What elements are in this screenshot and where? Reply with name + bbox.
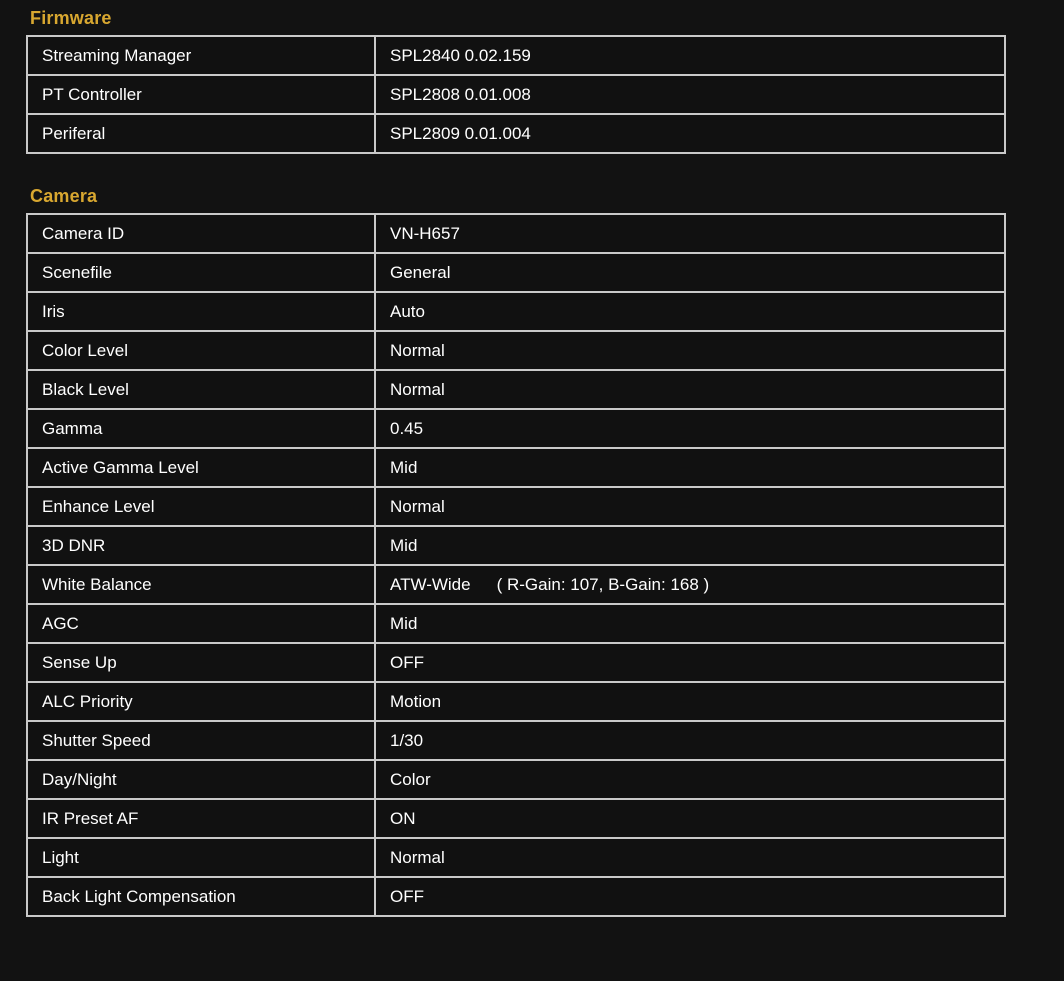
row-label: AGC — [28, 605, 376, 644]
row-label: Color Level — [28, 332, 376, 371]
row-label: Back Light Compensation — [28, 878, 376, 915]
row-value: Color — [376, 761, 1004, 800]
table-row: AGC Mid — [28, 605, 1004, 644]
row-label: Black Level — [28, 371, 376, 410]
row-value: General — [376, 254, 1004, 293]
row-value: Normal — [376, 839, 1004, 878]
row-value: Normal — [376, 332, 1004, 371]
row-value: ATW-Wide ( R-Gain: 107, B-Gain: 168 ) — [376, 566, 1004, 605]
table-row: Sense Up OFF — [28, 644, 1004, 683]
row-value: SPL2808 0.01.008 — [376, 76, 1004, 115]
row-value: 1/30 — [376, 722, 1004, 761]
row-value: OFF — [376, 878, 1004, 915]
table-row: 3D DNR Mid — [28, 527, 1004, 566]
table-row: ALC Priority Motion — [28, 683, 1004, 722]
row-value-detail: ( R-Gain: 107, B-Gain: 168 ) — [496, 574, 710, 594]
row-value: Mid — [376, 449, 1004, 488]
row-value: ON — [376, 800, 1004, 839]
row-value-primary: ATW-Wide — [390, 574, 471, 594]
row-value: Mid — [376, 527, 1004, 566]
table-row: Color Level Normal — [28, 332, 1004, 371]
table-row: Periferal SPL2809 0.01.004 — [28, 115, 1004, 152]
table-row: Shutter Speed 1/30 — [28, 722, 1004, 761]
row-value: OFF — [376, 644, 1004, 683]
row-label: White Balance — [28, 566, 376, 605]
row-label: Camera ID — [28, 215, 376, 254]
row-label: IR Preset AF — [28, 800, 376, 839]
table-row: Scenefile General — [28, 254, 1004, 293]
table-row: Back Light Compensation OFF — [28, 878, 1004, 915]
row-label: Light — [28, 839, 376, 878]
row-value: Auto — [376, 293, 1004, 332]
row-value: Motion — [376, 683, 1004, 722]
table-row: Light Normal — [28, 839, 1004, 878]
row-label: Active Gamma Level — [28, 449, 376, 488]
row-value: Normal — [376, 371, 1004, 410]
table-row: Black Level Normal — [28, 371, 1004, 410]
section-title-camera: Camera — [30, 186, 98, 206]
row-label: PT Controller — [28, 76, 376, 115]
row-label: Day/Night — [28, 761, 376, 800]
status-page: Firmware Streaming Manager SPL2840 0.02.15… — [0, 0, 1064, 917]
camera-table: Camera ID VN-H657 Scenefile General Iris Auto… — [26, 213, 1006, 917]
table-row: Gamma 0.45 — [28, 410, 1004, 449]
row-label: Periferal — [28, 115, 376, 152]
row-value: 0.45 — [376, 410, 1004, 449]
row-label: Streaming Manager — [28, 37, 376, 76]
row-value: SPL2809 0.01.004 — [376, 115, 1004, 152]
table-row: IR Preset AF ON — [28, 800, 1004, 839]
firmware-table: Streaming Manager SPL2840 0.02.159 PT Cont… — [26, 35, 1006, 154]
section-title-firmware: Firmware — [30, 8, 112, 28]
table-row: White Balance ATW-Wide ( R-Gain: 107, B-Ga… — [28, 566, 1004, 605]
row-label: Iris — [28, 293, 376, 332]
section-camera: Camera Camera ID VN-H657 Scenefile General Ir… — [0, 186, 1064, 917]
table-row: PT Controller SPL2808 0.01.008 — [28, 76, 1004, 115]
row-value: Mid — [376, 605, 1004, 644]
row-label: 3D DNR — [28, 527, 376, 566]
row-label: Sense Up — [28, 644, 376, 683]
sections-container: Firmware Streaming Manager SPL2840 0.02.15… — [0, 8, 1064, 917]
table-row: Enhance Level Normal — [28, 488, 1004, 527]
row-value: VN-H657 — [376, 215, 1004, 254]
row-label: Scenefile — [28, 254, 376, 293]
section-firmware: Firmware Streaming Manager SPL2840 0.02.15… — [0, 8, 1064, 154]
table-row: Day/Night Color — [28, 761, 1004, 800]
row-label: Enhance Level — [28, 488, 376, 527]
row-label: Shutter Speed — [28, 722, 376, 761]
table-row: Active Gamma Level Mid — [28, 449, 1004, 488]
table-row: Iris Auto — [28, 293, 1004, 332]
table-row: Streaming Manager SPL2840 0.02.159 — [28, 37, 1004, 76]
row-label: ALC Priority — [28, 683, 376, 722]
table-row: Camera ID VN-H657 — [28, 215, 1004, 254]
row-label: Gamma — [28, 410, 376, 449]
row-value: Normal — [376, 488, 1004, 527]
row-value: SPL2840 0.02.159 — [376, 37, 1004, 76]
